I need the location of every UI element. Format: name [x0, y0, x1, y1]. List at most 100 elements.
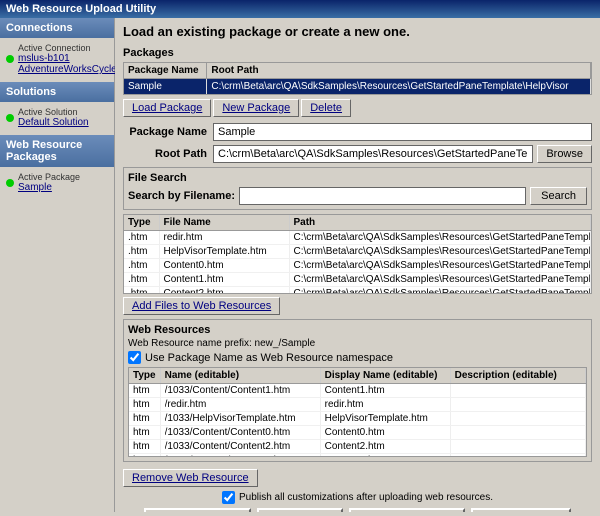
- wr-type: htm: [129, 384, 160, 398]
- upload-selected-button[interactable]: Upload Selected: [349, 508, 466, 512]
- wr-display[interactable]: [320, 412, 450, 426]
- wr-name[interactable]: [160, 384, 320, 398]
- sidebar-item-connection: Active Connection mslus-b101 AdventureWo…: [6, 42, 108, 76]
- root-path-row: Root Path Browse: [123, 145, 592, 163]
- search-by-label: Search by Filename:: [128, 190, 235, 202]
- table-row[interactable]: htm: [129, 426, 586, 440]
- connection-org[interactable]: AdventureWorksCycle: [18, 64, 117, 75]
- connection-name[interactable]: mslus-b101: [18, 53, 117, 64]
- wr-desc[interactable]: [450, 384, 585, 398]
- pkg-row-path: C:\crm\Beta\arc\QA\SdkSamples\Resources\…: [207, 79, 591, 95]
- file-table-body: .htm redir.htm C:\crm\Beta\arc\QA\SdkSam…: [124, 231, 591, 295]
- packages-table: Package Name Root Path Sample C:\crm\Bet…: [124, 63, 591, 94]
- sidebar-item-package: Active Package Sample: [6, 171, 108, 194]
- search-row: Search by Filename: Search: [128, 187, 587, 205]
- wr-desc[interactable]: [450, 412, 585, 426]
- load-package-button[interactable]: Load Package: [123, 99, 211, 117]
- wr-desc[interactable]: [450, 398, 585, 412]
- package-status-label: Active Package: [18, 172, 80, 182]
- wr-desc[interactable]: [450, 454, 585, 458]
- file-type: .htm: [124, 273, 159, 287]
- table-row[interactable]: .htm HelpVisorTemplate.htm C:\crm\Beta\a…: [124, 245, 591, 259]
- table-row[interactable]: Sample C:\crm\Beta\arc\QA\SdkSamples\Res…: [124, 79, 591, 95]
- wr-col-type: Type: [129, 368, 160, 384]
- file-name: Content1.htm: [159, 273, 289, 287]
- add-files-button[interactable]: Add Files to Web Resources: [123, 297, 280, 315]
- table-row[interactable]: .htm Content2.htm C:\crm\Beta\arc\QA\Sdk…: [124, 287, 591, 295]
- connection-status-label: Active Connection: [18, 43, 117, 53]
- package-name-input[interactable]: [213, 123, 592, 141]
- web-resources-prefix: Web Resource name prefix: new_/Sample: [128, 338, 587, 349]
- wr-display[interactable]: [320, 384, 450, 398]
- publish-checkbox-label: Publish all customizations after uploadi…: [239, 492, 493, 503]
- title-bar: Web Resource Upload Utility: [0, 0, 600, 18]
- file-col-type: Type: [124, 215, 159, 231]
- file-col-path: Path: [289, 215, 591, 231]
- web-resources-title: Web Resources: [128, 324, 587, 336]
- wr-display[interactable]: [320, 426, 450, 440]
- packages-section: Web ResourcePackages Active Package Samp…: [0, 135, 114, 198]
- bottom-buttons: Save Package Upload All Upload Selected …: [123, 508, 592, 512]
- wr-desc[interactable]: [450, 426, 585, 440]
- connections-section: Connections Active Connection mslus-b101…: [0, 18, 114, 80]
- publish-checkbox[interactable]: [222, 491, 235, 504]
- save-package-button[interactable]: Save Package: [144, 508, 251, 512]
- wr-display[interactable]: [320, 398, 450, 412]
- solutions-section: Solutions Active Solution Default Soluti…: [0, 82, 114, 133]
- search-button[interactable]: Search: [530, 187, 587, 205]
- packages-table-container: Package Name Root Path Sample C:\crm\Bet…: [123, 62, 592, 95]
- wr-table-container: Type Name (editable) Display Name (edita…: [128, 367, 587, 457]
- solution-status-icon: [6, 114, 14, 122]
- search-input[interactable]: [239, 187, 526, 205]
- upload-all-button[interactable]: Upload All: [257, 508, 343, 512]
- file-type: .htm: [124, 245, 159, 259]
- wr-name[interactable]: [160, 398, 320, 412]
- wr-display[interactable]: [320, 440, 450, 454]
- wr-desc[interactable]: [450, 440, 585, 454]
- connections-header[interactable]: Connections: [0, 18, 114, 38]
- package-name-row: Package Name: [123, 123, 592, 141]
- wr-col-desc: Description (editable): [450, 368, 585, 384]
- table-row[interactable]: htm: [129, 412, 586, 426]
- packages-section-label: Packages: [123, 47, 592, 59]
- wr-type: htm: [129, 426, 160, 440]
- remove-web-resource-button[interactable]: Remove Web Resource: [123, 469, 258, 487]
- wr-display[interactable]: [320, 454, 450, 458]
- root-path-input[interactable]: [213, 145, 533, 163]
- wr-name[interactable]: [160, 454, 320, 458]
- file-name: HelpVisorTemplate.htm: [159, 245, 289, 259]
- table-row[interactable]: htm: [129, 398, 586, 412]
- wr-name[interactable]: [160, 440, 320, 454]
- publish-checkbox-row: Publish all customizations after uploadi…: [123, 491, 592, 504]
- wr-col-name: Name (editable): [160, 368, 320, 384]
- wr-col-display: Display Name (editable): [320, 368, 450, 384]
- connections-content: Active Connection mslus-b101 AdventureWo…: [0, 38, 114, 80]
- namespace-checkbox[interactable]: [128, 351, 141, 364]
- packages-header[interactable]: Web ResourcePackages: [0, 135, 114, 167]
- delete-button[interactable]: Delete: [301, 99, 351, 117]
- table-row[interactable]: htm: [129, 440, 586, 454]
- solution-name[interactable]: Default Solution: [18, 117, 89, 128]
- wr-name[interactable]: [160, 426, 320, 440]
- wr-table: Type Name (editable) Display Name (edita…: [129, 368, 586, 457]
- table-row[interactable]: .htm redir.htm C:\crm\Beta\arc\QA\SdkSam…: [124, 231, 591, 245]
- table-row[interactable]: htm: [129, 454, 586, 458]
- namespace-checkbox-row: Use Package Name as Web Resource namespa…: [128, 351, 587, 364]
- file-type: .htm: [124, 259, 159, 273]
- wr-name[interactable]: [160, 412, 320, 426]
- package-name-label: Package Name: [123, 126, 213, 138]
- browse-button[interactable]: Browse: [537, 145, 592, 163]
- sidebar: Connections Active Connection mslus-b101…: [0, 18, 115, 512]
- table-row[interactable]: htm: [129, 384, 586, 398]
- namespace-checkbox-label: Use Package Name as Web Resource namespa…: [145, 352, 393, 364]
- table-row[interactable]: .htm Content1.htm C:\crm\Beta\arc\QA\Sdk…: [124, 273, 591, 287]
- web-resources-section: Web Resources Web Resource name prefix: …: [123, 319, 592, 462]
- package-name-link[interactable]: Sample: [18, 182, 80, 193]
- page-title: Load an existing package or create a new…: [123, 24, 592, 39]
- content-area: Load an existing package or create a new…: [115, 18, 600, 512]
- show-output-button[interactable]: Show Output: [471, 508, 571, 512]
- solutions-header[interactable]: Solutions: [0, 82, 114, 102]
- file-search-box: File Search Search by Filename: Search: [123, 167, 592, 210]
- table-row[interactable]: .htm Content0.htm C:\crm\Beta\arc\QA\Sdk…: [124, 259, 591, 273]
- new-package-button[interactable]: New Package: [213, 99, 299, 117]
